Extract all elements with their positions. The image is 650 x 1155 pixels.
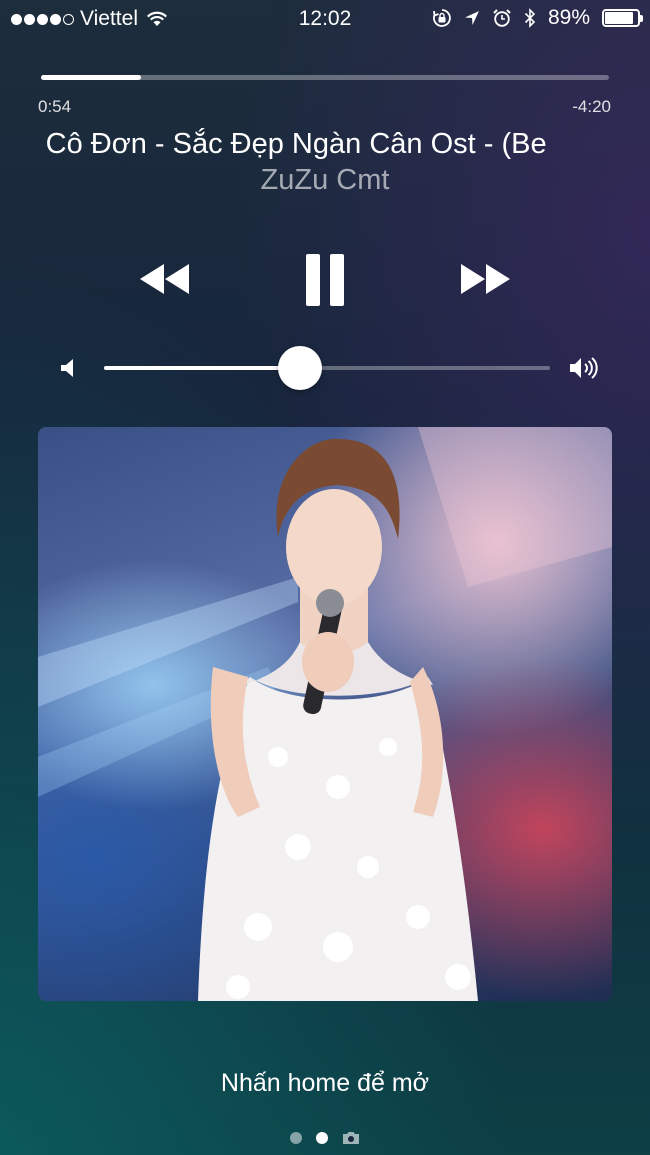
- page-dot-1[interactable]: [290, 1132, 302, 1144]
- volume-low-icon: [61, 359, 73, 377]
- status-right: 89%: [432, 6, 643, 30]
- pause-icon[interactable]: [305, 254, 345, 306]
- status-bar: Viettel 12:02 89%: [0, 0, 650, 38]
- camera-icon[interactable]: [342, 1131, 360, 1145]
- page-dot-2[interactable]: [316, 1132, 328, 1144]
- volume-thumb[interactable]: [278, 346, 323, 390]
- album-artwork: [38, 427, 612, 1001]
- battery-level: [605, 12, 634, 24]
- playback-scrubber[interactable]: [41, 75, 609, 80]
- fast-forward-icon[interactable]: [459, 262, 513, 296]
- artist-name: ZuZu Cmt: [260, 164, 390, 196]
- volume-slider[interactable]: [104, 346, 550, 390]
- orientation-lock-icon: [433, 9, 451, 27]
- volume-high-icon: [570, 357, 598, 379]
- bluetooth-icon: [524, 8, 536, 28]
- remaining-time: -4:20: [572, 97, 611, 116]
- location-icon: [464, 11, 479, 25]
- song-title-marquee: Sao Cô Đơn - Sắc Đẹp Ngàn Cân Ost - (Be: [38, 128, 612, 168]
- rewind-icon[interactable]: [137, 262, 191, 296]
- alarm-icon: [493, 9, 511, 27]
- page-indicator[interactable]: [0, 1131, 650, 1145]
- battery-percent: 89%: [547, 6, 590, 29]
- unlock-hint: Nhấn home để mở: [220, 1069, 430, 1097]
- elapsed-time: 0:54: [38, 97, 72, 116]
- volume-fill: [104, 366, 301, 370]
- playback-progress-fill: [41, 75, 141, 80]
- album-artwork-illustration: [38, 427, 612, 1001]
- battery-icon: [602, 9, 643, 27]
- song-title: Sao Cô Đơn - Sắc Đẹp Ngàn Cân Ost - (Be: [38, 128, 547, 160]
